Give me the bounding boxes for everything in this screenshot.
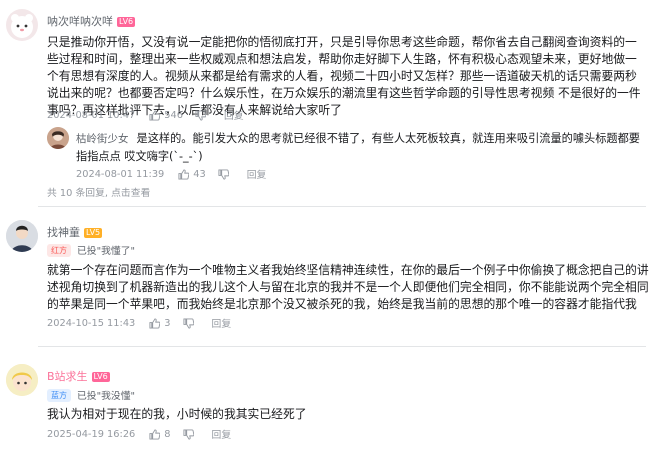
thumb-up-icon — [149, 317, 161, 329]
thumb-up-icon — [178, 168, 190, 180]
sub-reply: 枯岭街少女 是这样的。能引发大众的思考就已经很不错了，有些人太死板较真，就连用来吸… — [76, 130, 641, 165]
like-button[interactable]: 8 — [149, 428, 171, 440]
sub-reply-avatar[interactable] — [47, 127, 69, 149]
vote-status: 蓝方 已投"我没懂" — [47, 388, 135, 402]
level-badge: LV6 — [91, 372, 110, 382]
like-button[interactable]: 546 — [149, 110, 183, 121]
avatar[interactable] — [6, 9, 38, 41]
comment-meta: 2024-10-15 11:43 3 回复 — [47, 316, 232, 331]
comment-2: 找神童 LV5 红方 已投"我懂了" 就第一个存在问题而言作为一个唯物主义者我始终… — [0, 210, 660, 340]
level-badge: LV5 — [84, 228, 103, 238]
username[interactable]: B站求生 LV6 — [47, 368, 110, 384]
dislike-button[interactable] — [182, 428, 194, 440]
reply-button[interactable]: 回复 — [247, 167, 267, 181]
comment-text: 就第一个存在问题而言作为一个唯物主义者我始终坚信精神连续性，在你的最后一个例子中… — [47, 263, 649, 311]
timestamp: 2024-08-01 11:39 — [76, 168, 165, 180]
view-more-replies[interactable]: 共 10 条回复, 点击查看 — [47, 185, 150, 199]
avatar[interactable] — [6, 364, 38, 396]
thumb-down-icon — [195, 109, 206, 121]
timestamp: 2024-10-15 11:43 — [47, 317, 136, 329]
like-button[interactable]: 43 — [178, 168, 206, 180]
dislike-button[interactable] — [218, 168, 229, 180]
dislike-button[interactable] — [195, 109, 206, 121]
timestamp: 2025-04-19 16:26 — [47, 428, 136, 440]
divider — [38, 346, 646, 347]
reply-button[interactable]: 回复 — [212, 316, 232, 330]
username[interactable]: 呐次咩呐次咩 LV6 — [47, 13, 136, 29]
level-badge: LV6 — [117, 17, 136, 27]
comment-meta: 2024-08-01 10:47 546 回复 — [47, 108, 244, 123]
comment-1: 呐次咩呐次咩 LV6 只是推动你开悟，又没有说一定能把你的悟彻底打开，只是引导你思… — [0, 0, 660, 205]
comment-3: B站求生 LV6 蓝方 已投"我没懂" 我认为相对于现在的我，小时候的我其实已经死… — [0, 354, 660, 463]
dislike-button[interactable] — [182, 317, 194, 329]
reply-button[interactable]: 回复 — [224, 108, 244, 122]
sub-reply-meta: 2024-08-01 11:39 43 回复 — [76, 167, 267, 182]
sub-reply-username[interactable]: 枯岭街少女 — [76, 133, 129, 145]
reply-button[interactable]: 回复 — [212, 427, 232, 441]
thumb-up-icon — [149, 109, 161, 121]
vote-text: 已投"我没懂" — [77, 391, 135, 402]
vote-status: 红方 已投"我懂了" — [47, 243, 135, 257]
thumb-down-icon — [218, 168, 229, 180]
comment-text: 我认为相对于现在的我，小时候的我其实已经死了 — [47, 407, 307, 421]
team-tag: 红方 — [47, 243, 71, 257]
timestamp: 2024-08-01 10:47 — [47, 109, 136, 121]
thumb-down-icon — [182, 428, 194, 440]
like-button[interactable]: 3 — [149, 317, 171, 329]
comment-text: 只是推动你开悟，又没有说一定能把你的悟彻底打开，只是引导你思考这些命题，帮你省去… — [47, 35, 641, 117]
comment-meta: 2025-04-19 16:26 8 回复 — [47, 427, 232, 442]
sub-reply-text: 是这样的。能引发大众的思考就已经很不错了，有些人太死板较真，就连用来吸引流量的噱… — [76, 132, 640, 163]
divider — [38, 206, 646, 207]
thumb-up-icon — [149, 428, 161, 440]
team-tag: 蓝方 — [47, 388, 71, 402]
thumb-down-icon — [182, 317, 194, 329]
username[interactable]: 找神童 LV5 — [47, 224, 103, 240]
avatar[interactable] — [6, 220, 38, 252]
vote-text: 已投"我懂了" — [77, 246, 135, 257]
